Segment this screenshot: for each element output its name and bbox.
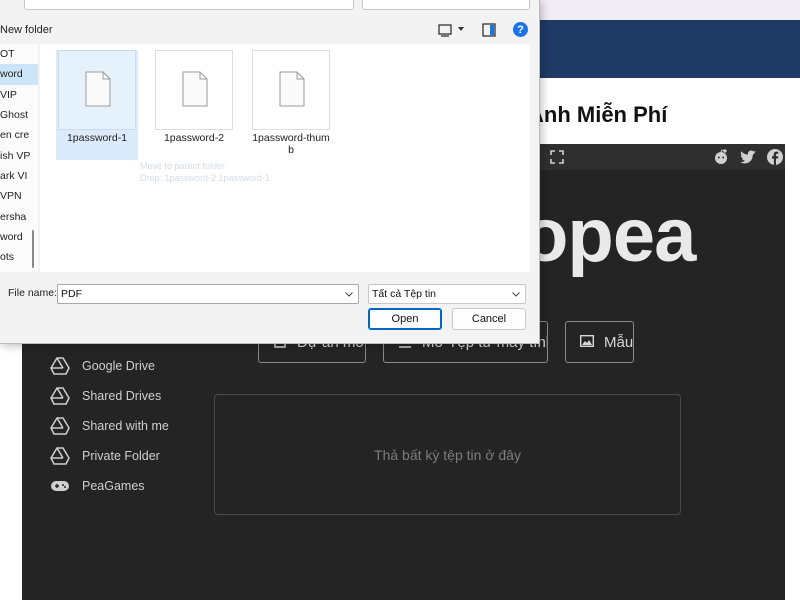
nav-item[interactable]: VIP [0,85,38,105]
nav-scrollbar[interactable] [32,230,34,268]
sidebar-item-google-drive[interactable]: Google Drive [50,351,169,381]
chevron-down-icon[interactable] [458,27,464,31]
file-name: 1password-1 [66,132,128,144]
open-button[interactable]: Open [368,308,442,330]
sidebar-item-label: Shared Drives [82,389,162,403]
nav-item[interactable]: en cre [0,125,38,145]
facebook-icon[interactable] [766,148,784,166]
chevron-down-icon[interactable] [345,292,353,297]
sidebar-item-private-folder[interactable]: Private Folder [50,441,169,471]
browser-top-strip [540,0,800,20]
photopea-logo: opea [522,193,696,278]
twitter-icon[interactable] [739,148,757,166]
page-heading: Anh Miễn Phí [528,102,668,127]
sidebar-item-label: Shared with me [82,419,169,433]
drop-zone-text: Thả bất kỳ tệp tin ở đây [374,446,521,463]
social-links [712,148,784,166]
view-options-icon[interactable] [438,23,452,37]
google-drive-icon [50,356,70,376]
nav-item[interactable]: ersha [0,206,38,226]
filename-label: File name: [8,287,58,299]
file-type-value: Tất cả Tệp tin [372,288,437,300]
file-drop-zone[interactable]: Thả bất kỳ tệp tin ở đây [214,394,681,515]
nav-item[interactable]: OT [0,44,38,64]
gamepad-icon [50,476,70,496]
search-input[interactable] [362,0,530,10]
file-list: 1password-1 1password-2 1password-thumb … [40,44,530,272]
preview-pane-icon[interactable] [482,23,496,37]
file-type-select[interactable]: Tất cả Tệp tin [368,284,526,304]
google-drive-icon [50,416,70,436]
nav-item[interactable]: ark VI [0,166,38,186]
sidebar-item-peagames[interactable]: PeaGames [50,471,169,501]
nav-item[interactable]: ish VP [0,145,38,165]
drag-ghost: Move to parent folder Drop: 1password-2 … [136,156,278,206]
new-folder-button[interactable]: New folder [0,24,53,36]
google-drive-icon [50,446,70,466]
file-name: 1password-thumb [252,132,330,156]
nav-item-selected[interactable]: word [0,64,38,85]
sidebar-item-label: Private Folder [82,449,160,463]
file-item[interactable]: 1password-2 [153,50,235,160]
file-thumbnail [252,50,330,130]
templates-button[interactable]: Mẫu [565,321,634,363]
navigation-pane: OT word VIP Ghost en cre ish VP ark VI V… [0,44,38,272]
file-open-dialog: New folder ? OT word VIP Ghost en cre is… [0,0,540,344]
site-navbar [540,20,800,78]
filename-field[interactable]: PDF [57,284,359,304]
chevron-down-icon[interactable] [512,292,520,297]
storage-sidebar: Google Drive Shared Drives Shared with m… [50,351,169,501]
page-margin-left [0,344,22,600]
nav-item[interactable]: VPN [0,186,38,206]
cancel-button[interactable]: Cancel [452,308,526,330]
address-bar[interactable] [24,0,354,10]
page-margin-right [785,144,800,600]
file-thumbnail [58,50,136,130]
nav-item[interactable]: Ghost [0,105,38,125]
document-icon [279,71,305,107]
sidebar-item-label: PeaGames [82,479,145,493]
help-icon[interactable]: ? [513,22,528,37]
file-thumbnail [155,50,233,130]
google-drive-icon [50,386,70,406]
templates-label: Mẫu [604,333,634,351]
document-icon [85,71,111,107]
drag-ghost-line: Move to parent folder [140,161,226,171]
image-icon [579,334,595,351]
sidebar-item-shared-drives[interactable]: Shared Drives [50,381,169,411]
document-icon [182,71,208,107]
sidebar-item-label: Google Drive [82,359,155,373]
file-item[interactable]: 1password-1 [56,50,138,160]
fullscreen-icon[interactable] [550,150,564,164]
file-item[interactable]: 1password-thumb [250,50,332,160]
sidebar-item-shared-with-me[interactable]: Shared with me [50,411,169,441]
filename-value: PDF [61,288,82,300]
reddit-icon[interactable] [712,148,730,166]
file-name: 1password-2 [163,132,225,144]
drag-ghost-line: Drop: 1password-2 1password-1 [140,173,271,183]
